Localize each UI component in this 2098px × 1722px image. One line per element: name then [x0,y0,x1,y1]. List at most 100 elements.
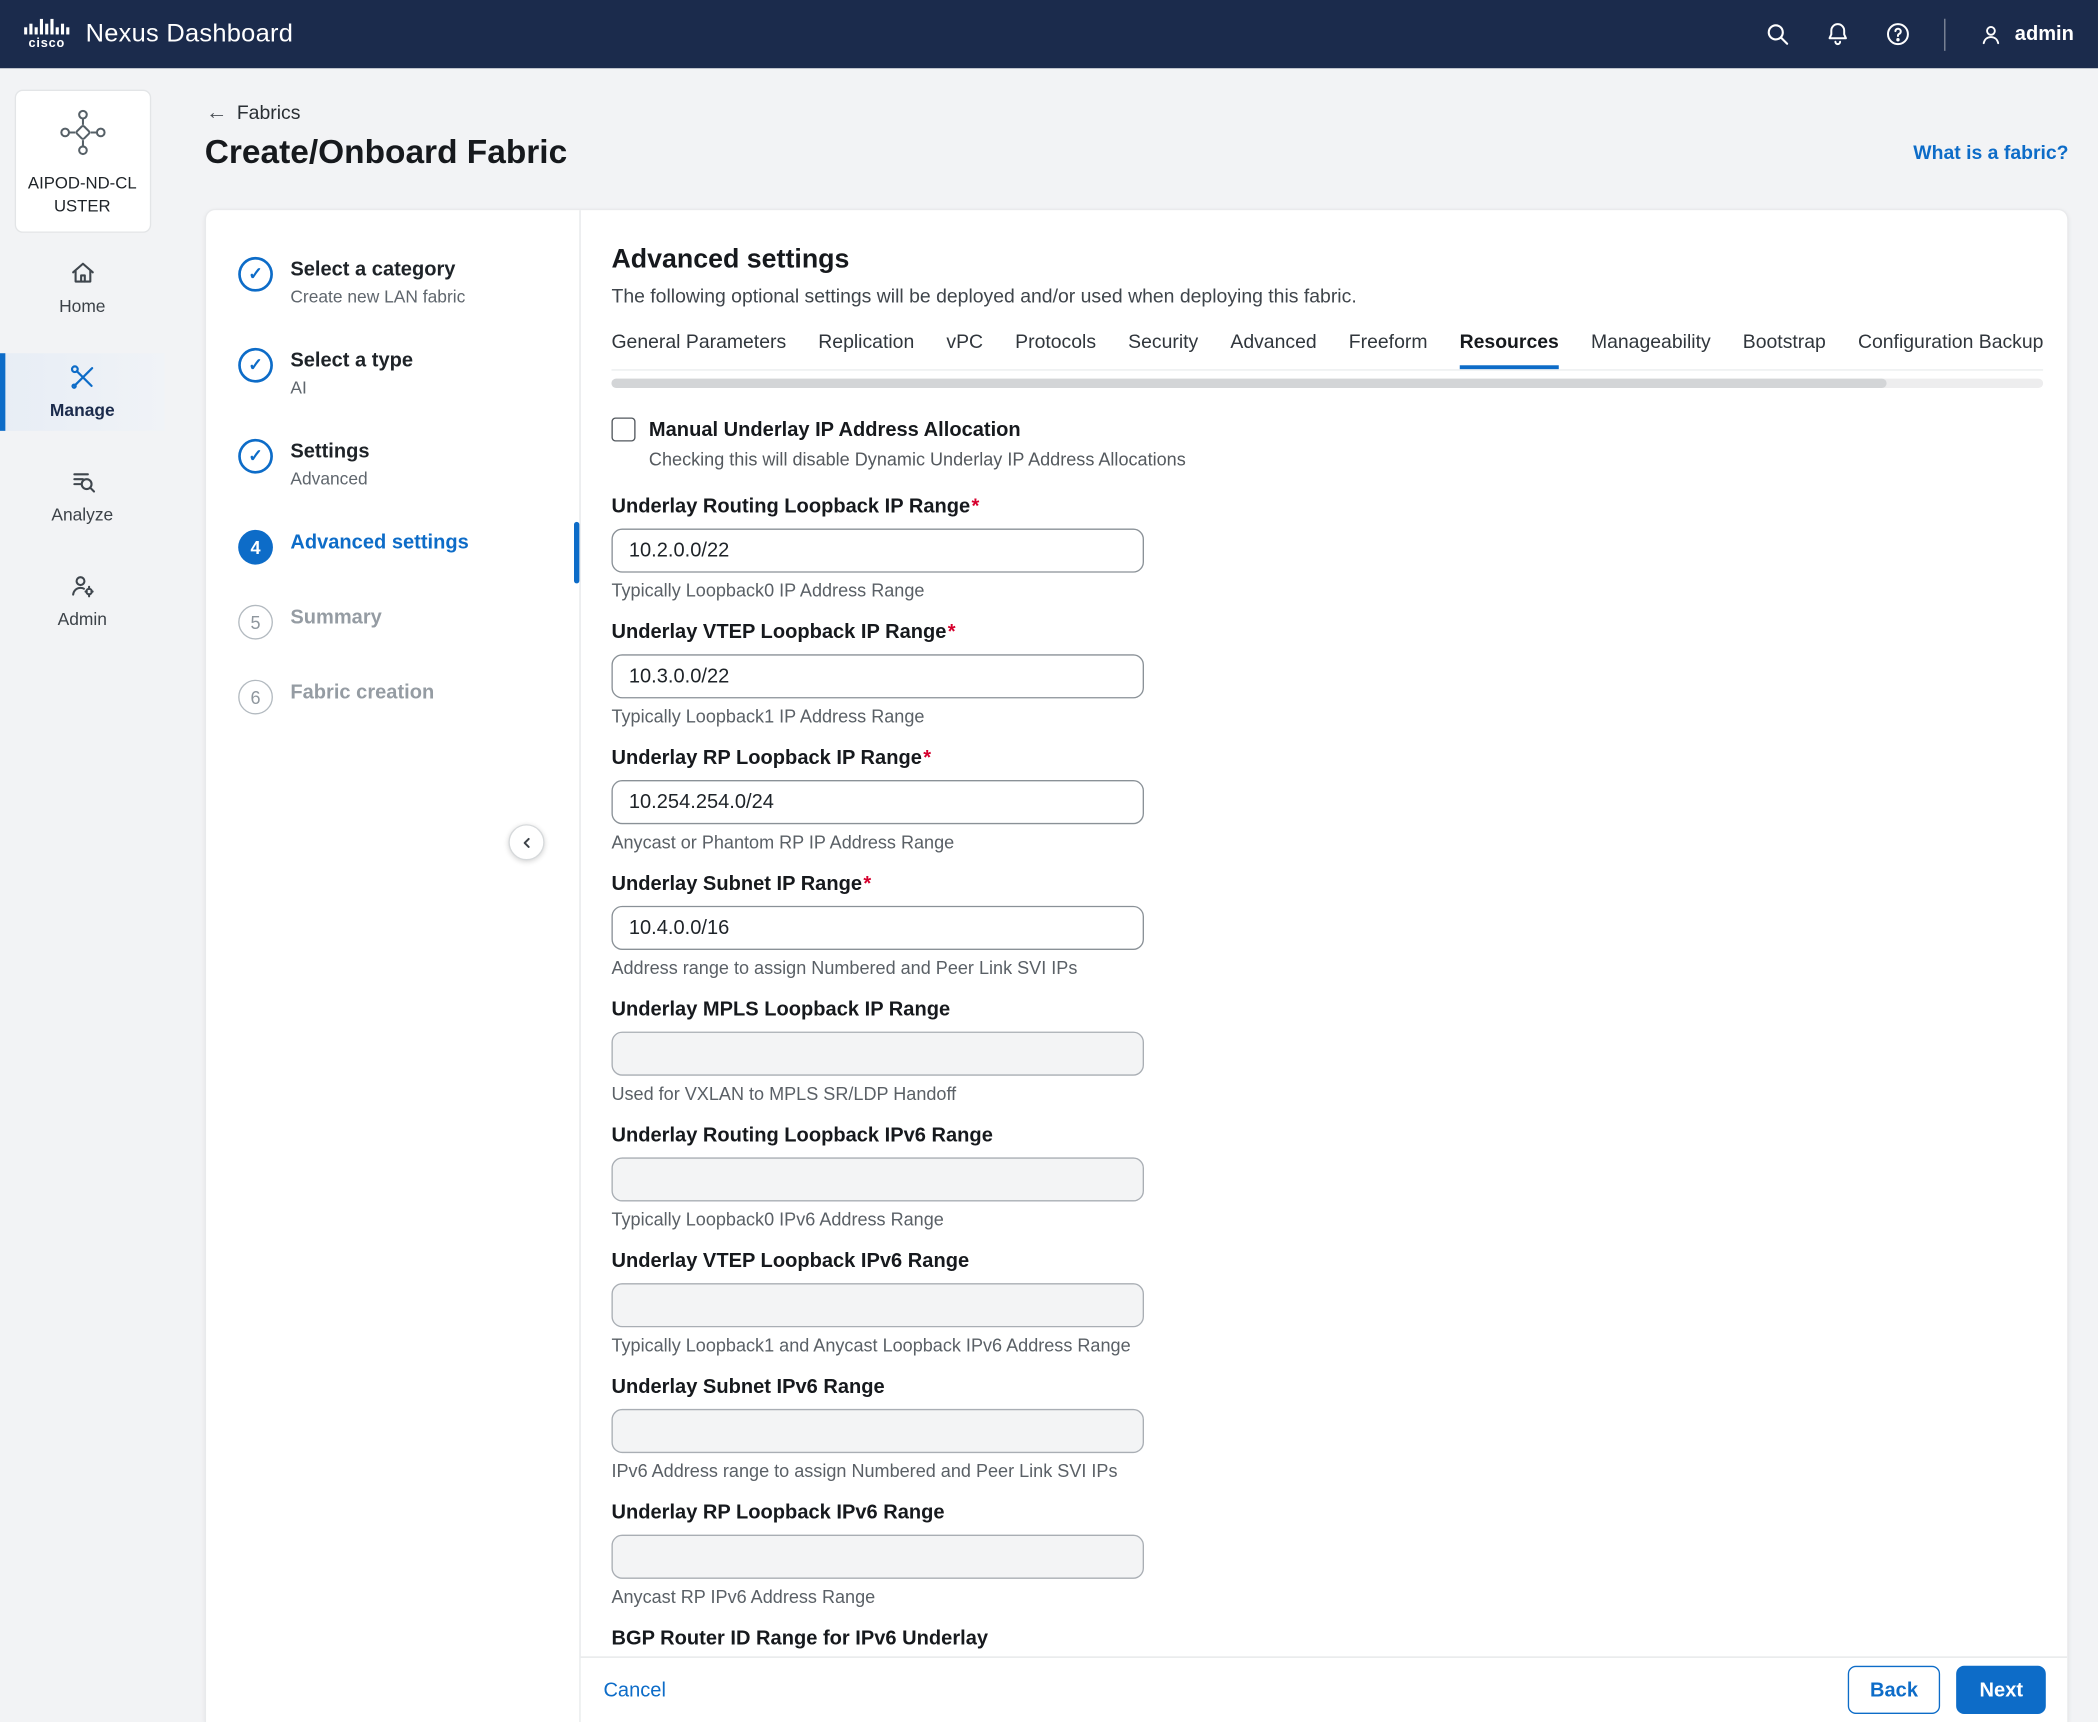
tabs-scrollbar-track [611,379,2043,388]
field-label: Underlay RP Loopback IP Range [611,747,921,770]
step-status-icon: 2✓ [238,348,273,383]
tabs-scrollbar-thumb[interactable] [611,379,1885,388]
underlay-vtep-loopback-ipv6-range-input[interactable] [611,1283,1144,1327]
field-label: BGP Router ID Range for IPv6 Underlay [611,1627,988,1650]
step-status-icon: 5✓ [238,605,273,640]
manual-underlay-allocation-row: Manual Underlay IP Address Allocation [611,417,2043,441]
underlay-vtep-loopback-ip-range-input[interactable] [611,654,1144,698]
wizard-stepper: 1✓ Select a category Create new LAN fabr… [206,210,581,1722]
sidebar-item-analyze[interactable]: Analyze [0,457,165,535]
step-advanced-settings[interactable]: 4✓ Advanced settings [206,530,579,565]
next-button[interactable]: Next [1957,1666,2046,1714]
tab-advanced[interactable]: Advanced [1230,332,1316,369]
help-icon[interactable] [1884,20,1912,48]
field-underlay-rp-loopback-ip-range: Underlay RP Loopback IP Range* Anycast o… [611,745,2043,853]
field-underlay-routing-loopback-ip-range: Underlay Routing Loopback IP Range* Typi… [611,494,2043,602]
field-helper: IPv6 Address range to assign Numbered an… [611,1461,2043,1482]
collapse-stepper-button[interactable] [508,824,544,860]
underlay-rp-loopback-ip-range-input[interactable] [611,780,1144,824]
required-asterisk: * [948,621,956,644]
wizard-footer: Cancel Back Next [581,1656,2068,1722]
analyze-icon [68,467,97,496]
user-menu[interactable]: admin [1977,21,2074,48]
checkbox-label: Manual Underlay IP Address Allocation [649,418,1021,441]
tab-protocols[interactable]: Protocols [1015,332,1096,369]
step-status-icon: 3✓ [238,439,273,474]
check-icon: ✓ [248,355,263,376]
header-actions: admin [1763,18,2074,50]
sidebar-item-home[interactable]: Home [0,249,165,327]
field-label: Underlay VTEP Loopback IPv6 Range [611,1250,969,1273]
tab-bootstrap[interactable]: Bootstrap [1743,332,1826,369]
checkbox-helper: Checking this will disable Dynamic Under… [649,450,2044,471]
breadcrumb-label: Fabrics [237,103,301,124]
tab-vpc[interactable]: vPC [946,332,983,369]
underlay-routing-loopback-ip-range-input[interactable] [611,529,1144,573]
field-underlay-vtep-loopback-ipv6-range: Underlay VTEP Loopback IPv6 Range* Typic… [611,1248,2043,1356]
required-asterisk: * [972,495,980,518]
cluster-selector[interactable]: AIPOD-ND-CLUSTER [14,90,150,233]
field-label: Underlay VTEP Loopback IP Range [611,621,946,644]
back-button[interactable]: Back [1847,1666,1940,1714]
username-label: admin [2015,23,2074,46]
field-underlay-vtep-loopback-ip-range: Underlay VTEP Loopback IP Range* Typical… [611,619,2043,727]
check-icon: ✓ [248,446,263,467]
underlay-routing-loopback-ipv6-range-input[interactable] [611,1157,1144,1201]
field-underlay-mpls-loopback-ip-range: Underlay MPLS Loopback IP Range* Used fo… [611,997,2043,1105]
step-settings[interactable]: 3✓ Settings Advanced [206,439,579,490]
panel-heading: Advanced settings [611,242,2043,277]
tab-resources[interactable]: Resources [1460,332,1559,369]
step-summary[interactable]: 5✓ Summary [206,605,579,640]
breadcrumb-fabrics[interactable]: ← Fabrics [206,103,300,124]
underlay-subnet-ip-range-input[interactable] [611,906,1144,950]
field-label: Underlay Subnet IPv6 Range [611,1375,884,1398]
settings-tabs: General Parameters Replication vPC Proto… [611,332,2043,371]
field-underlay-subnet-ipv6-range: Underlay Subnet IPv6 Range* IPv6 Address… [611,1374,2043,1482]
step-fabric-creation[interactable]: 6✓ Fabric creation [206,680,579,715]
user-icon [1977,21,2004,48]
sidebar-item-manage[interactable]: Manage [0,353,165,431]
field-helper: Anycast RP IPv6 Address Range [611,1587,2043,1608]
field-label: Underlay RP Loopback IPv6 Range [611,1501,944,1524]
step-select-a-category[interactable]: 1✓ Select a category Create new LAN fabr… [206,257,579,308]
field-label: Underlay Subnet IP Range [611,872,862,895]
header-divider [1944,18,1945,50]
step-select-a-type[interactable]: 2✓ Select a type AI [206,348,579,399]
field-label: Underlay Routing Loopback IP Range [611,495,970,518]
step-status-icon: 1✓ [238,257,273,292]
what-is-a-fabric-link[interactable]: What is a fabric? [1913,143,2068,164]
sidebar-item-admin[interactable]: Admin [0,562,165,640]
nexus-dashboard-app: cisco Nexus Dashboard [0,0,2098,1722]
field-helper: Typically Loopback1 IP Address Range [611,706,2043,727]
required-asterisk: * [923,747,931,770]
tab-security[interactable]: Security [1128,332,1198,369]
field-helper: Typically Loopback0 IP Address Range [611,581,2043,602]
cisco-bars-icon [24,17,69,34]
sidebar-nav: Home Manage Analyze [0,249,165,640]
admin-user-gear-icon [68,572,97,601]
tab-manageability[interactable]: Manageability [1591,332,1711,369]
tools-icon [68,363,97,392]
notifications-bell-icon[interactable] [1823,20,1851,48]
underlay-rp-loopback-ipv6-range-input[interactable] [611,1535,1144,1579]
field-underlay-subnet-ip-range: Underlay Subnet IP Range* Address range … [611,871,2043,979]
home-icon [68,259,97,288]
tab-configuration-backup[interactable]: Configuration Backup [1858,332,2044,369]
tab-replication[interactable]: Replication [818,332,914,369]
field-label: Underlay Routing Loopback IPv6 Range [611,1124,992,1147]
resource-fields: Underlay Routing Loopback IP Range* Typi… [611,494,2043,1705]
manual-underlay-checkbox[interactable] [611,417,635,441]
field-underlay-routing-loopback-ipv6-range: Underlay Routing Loopback IPv6 Range* Ty… [611,1123,2043,1231]
field-label: Underlay MPLS Loopback IP Range [611,998,950,1021]
tab-freeform[interactable]: Freeform [1349,332,1428,369]
tab-general-parameters[interactable]: General Parameters [611,332,786,369]
underlay-subnet-ipv6-range-input[interactable] [611,1409,1144,1453]
underlay-mpls-loopback-ip-range-input[interactable] [611,1032,1144,1076]
cancel-button[interactable]: Cancel [603,1679,665,1702]
search-icon[interactable] [1763,20,1791,48]
cluster-icon [57,107,108,158]
sidebar: AIPOD-ND-CLUSTER Home Manage [0,68,165,1722]
top-bar: cisco Nexus Dashboard [0,0,2098,68]
panel-description: The following optional settings will be … [611,285,2043,310]
check-icon: ✓ [248,264,263,285]
